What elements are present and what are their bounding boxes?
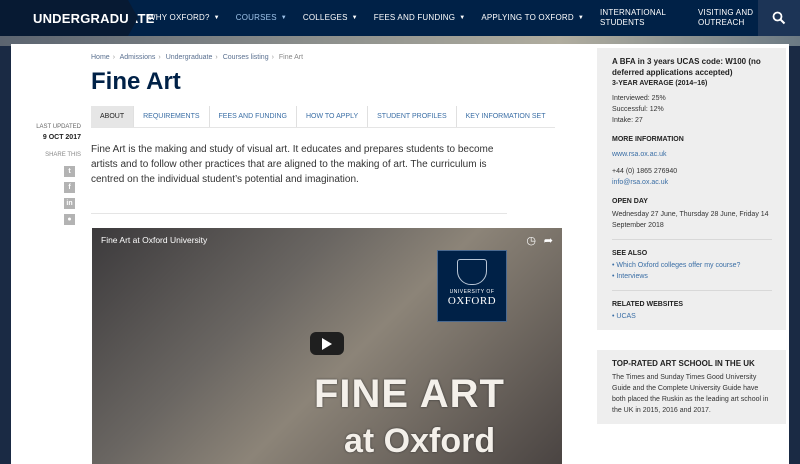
facebook-icon[interactable]: f	[64, 182, 75, 193]
search-button[interactable]	[758, 0, 800, 36]
breadcrumb-courses-listing[interactable]: Courses listing	[223, 54, 269, 61]
course-tabs: ABOUT REQUIREMENTS FEES AND FUNDING HOW …	[91, 106, 555, 128]
stat-intake: Intake: 27	[612, 117, 643, 124]
play-button[interactable]	[310, 332, 344, 355]
nav-label: COURSES	[235, 13, 277, 22]
oxford-crest-icon	[457, 259, 487, 285]
site-brand[interactable]: UNDERGRADUATE	[0, 0, 154, 36]
tab-about[interactable]: ABOUT	[91, 106, 135, 127]
promo-text: The Times and Sunday Times Good Universi…	[612, 374, 769, 414]
breadcrumb: Home › Admissions › Undergraduate › Courses…	[91, 54, 303, 61]
oxford-logo: UNIVERSITY OF OXFORD	[437, 250, 507, 322]
video-overlay-subtitle: at Oxford	[344, 422, 496, 460]
promo-title: TOP-RATED ART SCHOOL IN THE UK	[612, 359, 755, 368]
course-summary: A BFA in 3 years UCAS code: W100 (no def…	[612, 57, 761, 77]
nav-item-international[interactable]: INTERNATIONAL STUDENTS	[592, 0, 690, 36]
breadcrumb-admissions[interactable]: Admissions	[120, 54, 156, 61]
stat-successful: Successful: 12%	[612, 106, 664, 113]
linkedin-icon[interactable]: in	[64, 198, 75, 209]
email-link[interactable]: info@rsa.ox.ac.uk	[612, 177, 772, 188]
nav-label: INTERNATIONAL STUDENTS	[599, 8, 666, 27]
caret-down-icon: ▼	[351, 15, 358, 21]
reddit-icon[interactable]: ●	[64, 214, 75, 225]
link-label: UCAS	[616, 313, 636, 320]
nav-label: WHY OXFORD?	[148, 13, 210, 22]
play-icon	[322, 337, 332, 350]
see-also-colleges-link[interactable]: • Which Oxford colleges offer my course?	[612, 260, 772, 271]
twitter-icon[interactable]: t	[64, 166, 75, 177]
last-updated: LAST UPDATED 9 OCT 2017	[11, 124, 81, 141]
nav-item-fees-and-funding[interactable]: FEES AND FUNDING ▼	[366, 0, 474, 36]
brand-arrow	[128, 0, 138, 36]
breadcrumb-separator-icon: ›	[158, 54, 161, 61]
share-arrow-icon[interactable]: ➦	[544, 234, 553, 247]
see-also-heading: SEE ALSO	[612, 250, 648, 257]
open-day-heading: OPEN DAY	[612, 198, 648, 205]
nav-item-colleges[interactable]: COLLEGES ▼	[295, 0, 366, 36]
watch-later-icon[interactable]: ◷	[526, 234, 536, 247]
phone-number: +44 (0) 1865 276940	[612, 168, 678, 175]
nav-label: FEES AND FUNDING	[373, 13, 456, 22]
logo-big-text: OXFORD	[447, 295, 497, 307]
breadcrumb-separator-icon: ›	[271, 54, 274, 61]
open-day-dates: Wednesday 27 June, Thursday 28 June, Fri…	[612, 211, 769, 229]
nav-item-applying[interactable]: APPLYING TO OXFORD ▼	[473, 0, 592, 36]
department-website-link[interactable]: www.rsa.ox.ac.uk	[612, 149, 772, 160]
last-updated-label: LAST UPDATED	[36, 124, 81, 130]
search-icon	[772, 11, 786, 25]
caret-down-icon: ▼	[459, 15, 466, 21]
video-title[interactable]: Fine Art at Oxford University	[101, 235, 207, 245]
link-label: Interviews	[616, 273, 648, 280]
caret-down-icon: ▼	[577, 15, 584, 21]
page-title: Fine Art	[91, 68, 181, 95]
breadcrumb-home[interactable]: Home	[91, 54, 110, 61]
breadcrumb-separator-icon: ›	[112, 54, 116, 61]
divider	[612, 290, 772, 291]
breadcrumb-separator-icon: ›	[215, 54, 218, 61]
tab-student-profiles[interactable]: STUDENT PROFILES	[368, 106, 457, 127]
divider	[91, 213, 507, 214]
nav-item-courses[interactable]: COURSES ▼	[228, 0, 295, 36]
see-also-interviews-link[interactable]: • Interviews	[612, 271, 772, 282]
more-info-heading: MORE INFORMATION	[612, 136, 684, 143]
breadcrumb-current: Fine Art	[278, 54, 304, 61]
course-intro: Fine Art is the making and study of visu…	[91, 144, 494, 185]
top-navigation: UNDERGRADUATE WHY OXFORD? ▼ COURSES ▼ COLL…	[0, 0, 800, 36]
course-facts-box: A BFA in 3 years UCAS code: W100 (no def…	[597, 48, 786, 330]
share-label: SHARE THIS	[45, 152, 81, 158]
breadcrumb-undergraduate[interactable]: Undergraduate	[166, 54, 213, 61]
video-overlay-title: FINE ART	[314, 372, 505, 416]
link-label: Which Oxford colleges offer my course?	[616, 262, 741, 269]
related-ucas-link[interactable]: • UCAS	[612, 311, 772, 322]
last-updated-date: 9 OCT 2017	[42, 134, 81, 141]
caret-down-icon: ▼	[280, 15, 287, 21]
nav-label: APPLYING TO OXFORD	[481, 13, 574, 22]
tab-how-to-apply[interactable]: HOW TO APPLY	[297, 106, 369, 127]
tab-key-information-set[interactable]: KEY INFORMATION SET	[457, 106, 555, 127]
course-sidebar: A BFA in 3 years UCAS code: W100 (no def…	[597, 48, 786, 434]
tab-requirements[interactable]: REQUIREMENTS	[134, 106, 210, 127]
caret-down-icon: ▼	[213, 15, 220, 21]
stat-interviewed: Interviewed: 25%	[612, 95, 666, 102]
divider	[612, 239, 772, 240]
related-websites-heading: RELATED WEBSITES	[612, 301, 684, 308]
nav-label: COLLEGES	[302, 13, 348, 22]
tab-fees-and-funding[interactable]: FEES AND FUNDING	[210, 106, 297, 127]
promo-box: TOP-RATED ART SCHOOL IN THE UK The Times…	[597, 350, 786, 424]
average-label: 3-YEAR AVERAGE (2014–16)	[612, 80, 708, 87]
video-player[interactable]: Fine Art at Oxford University ◷ ➦ UNIVER…	[92, 228, 562, 464]
